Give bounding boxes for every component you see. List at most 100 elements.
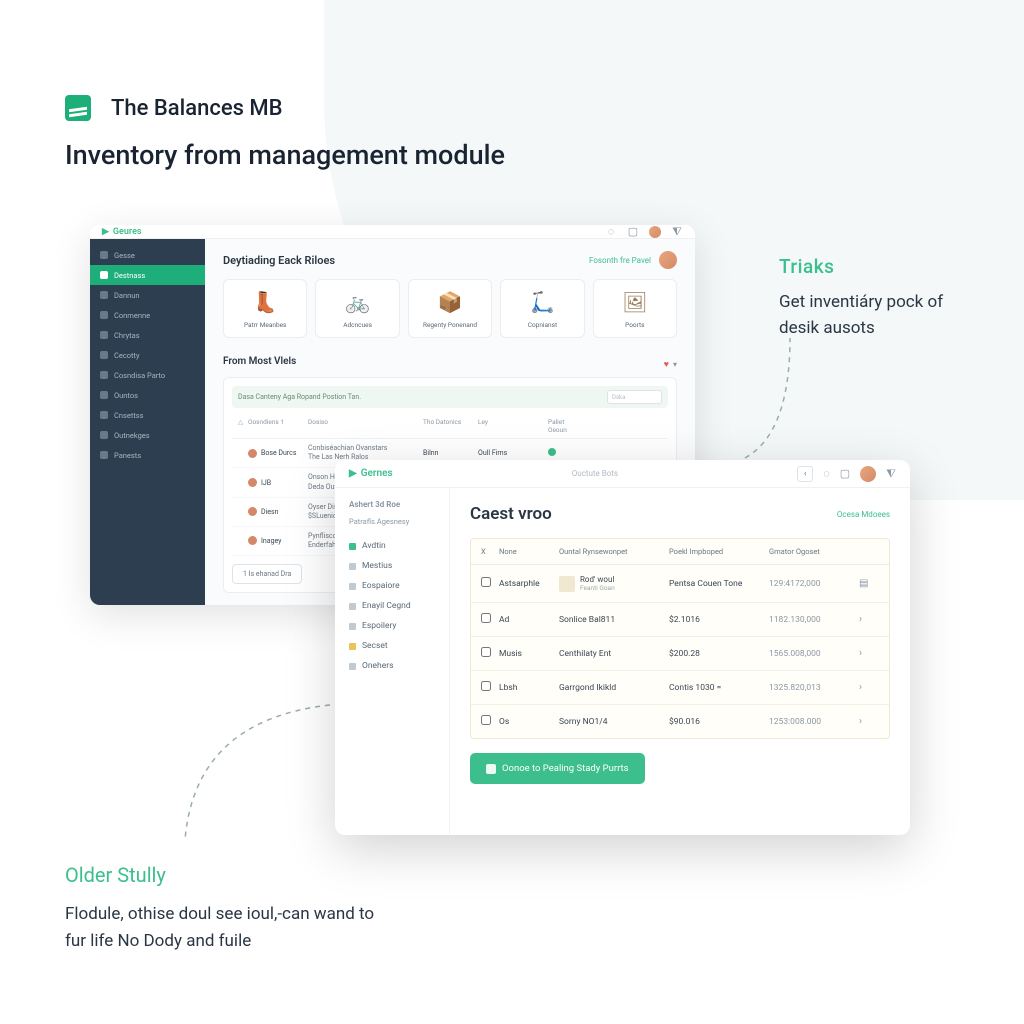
callout-right-body: Get inventiáry pock of desik ausots [779,290,959,341]
sidebar2-item[interactable]: Mestius [335,556,449,576]
footer-button[interactable]: 1 Is ehanad Dra [232,564,302,584]
sidebar2-item[interactable]: Onehers [335,656,449,676]
col-header[interactable]: Gmator Ogoset [769,547,859,556]
page-subtitle: Inventory from management module [65,139,959,171]
col-header[interactable]: △ [238,418,248,434]
table-row[interactable]: OsSorny NO1/4$90.0161253:008.000› [471,705,889,738]
main2-action-link[interactable]: Ocesa Mdoees [837,510,890,519]
col-header[interactable]: Ley [478,418,548,434]
product-icon: 🚲 [324,288,390,316]
row-checkbox[interactable] [481,681,491,691]
row-name: Diesn [248,507,308,516]
callout-bottom-body: Flodule, othise doul see ioul,-can wand … [65,901,395,954]
product-card[interactable]: 🛴Copnianst [500,279,584,338]
main2-title: Caest vroo [470,504,552,524]
table-row[interactable]: LbshGarrgond IkikldContis 1030 =1325.820… [471,671,889,705]
col-header[interactable]: Paliet Oeoun [548,418,578,434]
col-header[interactable] [859,547,879,556]
bell-icon[interactable]: ◌ [823,467,830,480]
col-header[interactable]: Ountal Rynsewonpet [559,547,669,556]
row-checkbox[interactable] [481,647,491,657]
sidebar-item[interactable]: Destnass [90,265,205,285]
sidebar-item[interactable]: Outnekges [90,425,205,445]
product-label: Patrr Meanbes [232,321,298,329]
avatar-sm-icon[interactable] [659,251,677,269]
sidebar-item[interactable]: Conmenne [90,305,205,325]
product-card[interactable]: 🚲Adcncues [315,279,399,338]
sidebar2-item[interactable]: Eospaiore [335,576,449,596]
sidebar-item[interactable]: Cosndisa Parto [90,365,205,385]
product-card[interactable]: 📦Regenty Ponenand [408,279,492,338]
folder-icon[interactable]: ▢ [627,226,639,238]
table-row[interactable]: MusisCenthilaty Ent$200.281565.008,000› [471,637,889,671]
heart-icon[interactable]: ♥ [664,360,669,370]
sidebar-item[interactable]: Cecotty [90,345,205,365]
folder-icon[interactable]: ▢ [840,467,850,480]
col-header[interactable]: Dosiso [308,418,423,434]
panel-title: Deytiading Eack Riloes [223,254,335,267]
sidebar-item[interactable]: Chrytas [90,325,205,345]
callout-bottom-title: Older Stully [65,863,395,887]
bell-icon[interactable]: ◌ [605,226,617,238]
row-checkbox[interactable] [481,577,491,587]
sidebar-item[interactable]: Cnsettss [90,405,205,425]
arrow-top-right [740,333,800,463]
app-logo[interactable]: Geures [102,227,142,237]
filter-icon[interactable]: ⧨ [671,226,683,238]
row-name: Bose Durcs [248,449,308,458]
sidebar2-subtitle: Patrafls.Agesnesy [335,517,449,526]
window-casest-vroo: Gernes Ouctute Bots ‹ ◌ ▢ ⧨ Ashert 3d Ro… [335,460,910,835]
thumb-icon [559,576,575,592]
app-logo[interactable]: Gernes [349,468,393,479]
sidebar-item[interactable]: Panests [90,445,205,465]
panel-banner: Dasa Canteny Aga Ropand Postion Tan. [238,393,361,401]
window2-toolbar: Gernes Ouctute Bots ‹ ◌ ▢ ⧨ [335,460,910,488]
product-icon: 🖼 [602,288,668,316]
sidebar2-title: Ashert 3d Roe [335,500,449,509]
filter-icon[interactable]: ⧨ [886,467,896,481]
sidebar-item[interactable]: Ountos [90,385,205,405]
chevron-right-icon[interactable]: › [859,614,879,625]
chevron-down-icon[interactable]: ▾ [673,360,677,369]
chevron-right-icon[interactable]: › [859,648,879,659]
section-title: From Most Vlels [223,356,296,367]
table-row[interactable]: AstsarphleRod' woulFeanti GoanPentsa Cou… [471,565,889,603]
sidebar2-item[interactable]: Secset [335,636,449,656]
table-row[interactable]: AdSonlice Bal811$2.10161182.130,000› [471,603,889,637]
row-name: IJB [248,478,308,487]
row-checkbox[interactable] [481,715,491,725]
callout-right-title: Triaks [779,255,959,278]
sidebar-item[interactable]: Gesse [90,245,205,265]
product-card[interactable]: 🖼Poorts [593,279,677,338]
chevron-right-icon[interactable]: › [859,716,879,727]
col-header[interactable]: Oosndiens 1 [248,418,308,434]
row-name: Inagey [248,536,308,545]
sidebar-item[interactable]: Dannun [90,285,205,305]
col-header[interactable]: X [481,547,499,556]
col-header[interactable]: Poekl Impboped [669,547,769,556]
product-icon: 👢 [232,288,298,316]
product-card[interactable]: 👢 Patrr Meanbes [223,279,307,338]
chevron-right-icon[interactable]: › [859,682,879,693]
avatar-icon[interactable] [649,226,661,238]
product-card-row: 👢 Patrr Meanbes 🚲Adcncues📦Regenty Ponenand… [223,279,677,338]
sidebar2: Ashert 3d Roe Patrafls.Agesnesy AvdtinMe… [335,488,450,835]
brand-icon [65,95,91,121]
product-icon: 📦 [417,288,483,316]
row-checkbox[interactable] [481,613,491,623]
table2-header: XNoneOuntal RynsewonpetPoekl ImpbopedGma… [471,539,889,565]
sidebar2-item[interactable]: Espoilery [335,616,449,636]
col-header[interactable]: Tho Datonics [423,418,478,434]
callout-right: Triaks Get inventiáry pock of desik auso… [779,255,959,341]
header-action-link[interactable]: Fosonth fre Pavel [589,256,651,265]
panel-search-input[interactable]: Dska [607,390,662,404]
chevron-left-icon[interactable]: ‹ [797,466,813,482]
table-header: △Oosndiens 1DosisoTho DatonicsLeyPaliet … [232,414,668,439]
primary-action-button[interactable]: Oonoe to Pealing Stady Purrts [470,753,645,784]
col-header[interactable]: None [499,547,559,556]
delete-icon[interactable]: ▤ [859,578,879,589]
sidebar2-item[interactable]: Enayil Cegnd [335,596,449,616]
sidebar2-item[interactable]: Avdtin [335,536,449,556]
avatar-icon[interactable] [860,466,876,482]
product-label: Copnianst [509,321,575,329]
